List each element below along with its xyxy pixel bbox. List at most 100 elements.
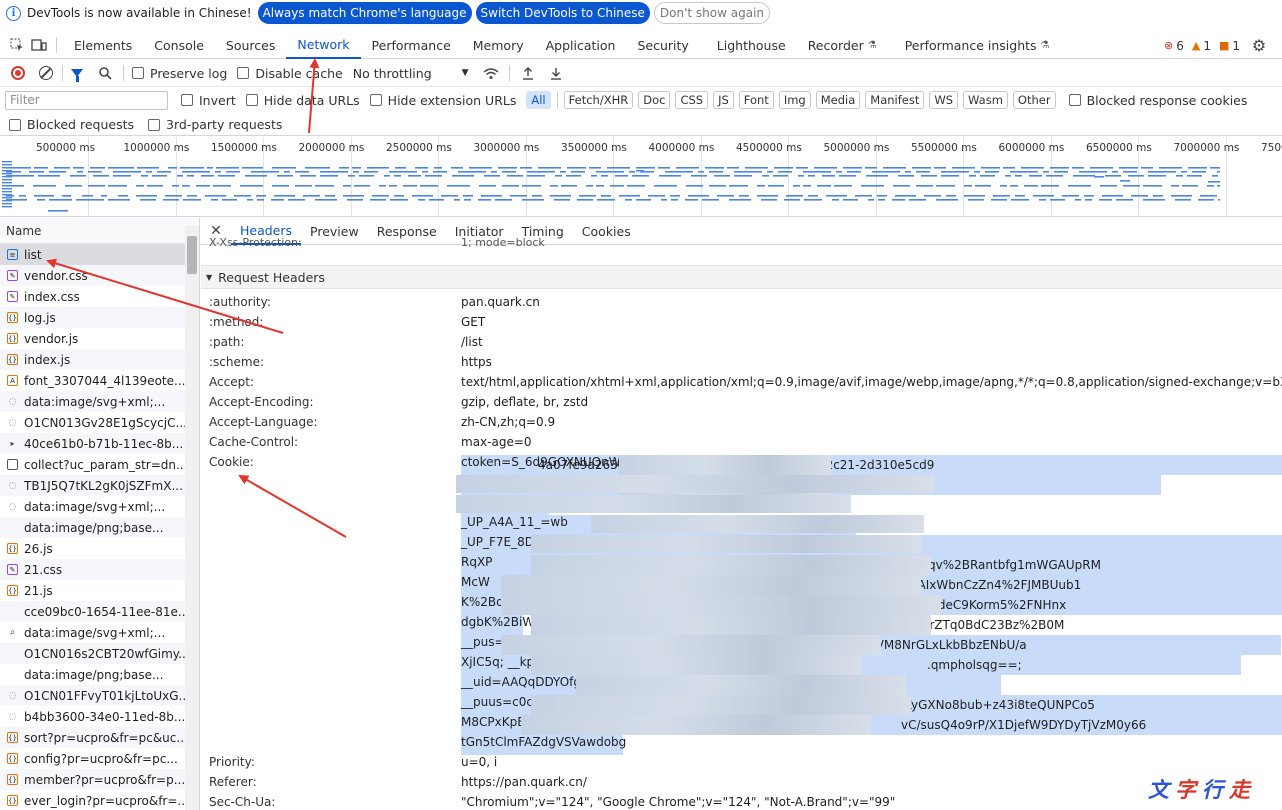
warning-count[interactable]: ▲ 1: [1192, 39, 1211, 53]
record-stop-icon[interactable]: [8, 63, 28, 83]
header-value[interactable]: gzip, deflate, br, zstd: [461, 395, 588, 409]
hide-data-urls-checkbox[interactable]: Hide data URLs: [245, 93, 360, 108]
request-row[interactable]: collect?uc_param_str=dn...: [0, 454, 199, 475]
header-value[interactable]: /list: [461, 335, 483, 349]
tab-cookies[interactable]: Cookies: [573, 218, 640, 245]
hide-extension-urls-checkbox[interactable]: Hide extension URLs: [369, 93, 516, 108]
header-value[interactable]: https: [461, 355, 492, 369]
request-row[interactable]: cce09bc0-1654-11ee-81e...: [0, 601, 199, 622]
request-row[interactable]: ⌕ data:image/svg+xml;...: [0, 622, 199, 643]
request-row[interactable]: {} sort?pr=ucpro&fr=pc&uc...: [0, 727, 199, 748]
tab-security[interactable]: Security: [626, 32, 699, 59]
checkbox-box[interactable]: [132, 67, 144, 79]
header-value[interactable]: https://pan.quark.cn/: [461, 775, 587, 789]
tab-performance[interactable]: Performance: [361, 32, 462, 59]
header-value[interactable]: pan.quark.cn: [461, 295, 540, 309]
header-value[interactable]: GET: [461, 315, 485, 329]
request-row[interactable]: ◌ data:image/svg+xml;...: [0, 391, 199, 412]
device-toolbar-icon[interactable]: [28, 34, 50, 56]
tab-sources[interactable]: Sources: [215, 32, 286, 59]
request-row[interactable]: ≡ list: [0, 244, 187, 265]
network-overview-timeline[interactable]: 500000 ms 1000000 ms 1500000 ms 2000000 ms 2…: [0, 137, 1282, 217]
request-row[interactable]: ◌ O1CN01FFvyT01kjLtoUxG...: [0, 685, 199, 706]
tab-console[interactable]: Console: [143, 32, 215, 59]
checkbox-box[interactable]: [1068, 94, 1081, 106]
tab-lighthouse[interactable]: Lighthouse: [706, 32, 797, 59]
disable-cache-checkbox[interactable]: Disable cache: [237, 66, 343, 81]
type-filter-doc[interactable]: Doc: [638, 91, 671, 109]
type-filter-fetch-xhr[interactable]: Fetch/XHR: [563, 91, 634, 109]
checkbox-box[interactable]: [148, 118, 160, 131]
network-conditions-icon[interactable]: [481, 63, 501, 83]
request-row[interactable]: data:image/png;base...: [0, 664, 199, 685]
request-row[interactable]: O1CN016s2CBT20wfGimy...: [0, 643, 199, 664]
preserve-log-checkbox[interactable]: Preserve log: [132, 66, 227, 81]
request-row[interactable]: ✎ 21.css: [0, 559, 199, 580]
tab-preview[interactable]: Preview: [301, 218, 368, 245]
request-row[interactable]: {} vendor.js: [0, 328, 199, 349]
tab-network[interactable]: Network: [286, 32, 361, 59]
requests-scrollbar-thumb[interactable]: [187, 236, 197, 274]
request-row[interactable]: {} member?pr=ucpro&fr=p...: [0, 769, 199, 790]
export-har-icon[interactable]: [546, 63, 566, 83]
request-row[interactable]: ◌ b4bb3600-34e0-11ed-8b...: [0, 706, 199, 727]
invert-checkbox[interactable]: Invert: [181, 93, 236, 108]
type-filter-all[interactable]: All: [526, 91, 551, 109]
type-filter-media[interactable]: Media: [815, 91, 861, 109]
type-filter-ws[interactable]: WS: [929, 91, 959, 109]
cookie-value-line[interactable]: tGn5tClmFAZdgVSVawdobg: [461, 735, 626, 755]
tab-performance-insights[interactable]: Performance insights ⚗: [894, 32, 1061, 59]
filter-input[interactable]: Filter: [5, 90, 168, 110]
checkbox-box[interactable]: [181, 94, 193, 106]
requests-scrollbar[interactable]: [185, 226, 199, 810]
inspect-element-icon[interactable]: [6, 34, 28, 56]
request-row[interactable]: ◌ O1CN013Gv28E1gScycjC...: [0, 412, 199, 433]
request-row[interactable]: ◌ TB1J5Q7tKL2gK0jSZFmX...: [0, 475, 199, 496]
import-har-icon[interactable]: [518, 63, 538, 83]
settings-gear-icon[interactable]: ⚙: [1248, 35, 1270, 57]
tab-application[interactable]: Application: [535, 32, 627, 59]
header-value[interactable]: zh-CN,zh;q=0.9: [461, 415, 555, 429]
type-filter-font[interactable]: Font: [738, 91, 774, 109]
cookie-value-line[interactable]: dgbK%2BiW;: [461, 615, 538, 635]
header-value[interactable]: u=0, i: [461, 755, 497, 769]
checkbox-box[interactable]: [237, 67, 250, 79]
tab-recorder[interactable]: Recorder ⚗: [797, 32, 888, 59]
dont-show-again-button[interactable]: Don't show again: [653, 2, 771, 24]
type-filter-js[interactable]: JS: [713, 91, 734, 109]
search-icon[interactable]: [95, 63, 115, 83]
name-column-header[interactable]: Name: [0, 218, 199, 244]
request-headers-section-toggle[interactable]: ▼ Request Headers: [201, 265, 1282, 289]
blocked-requests-checkbox[interactable]: Blocked requests: [9, 117, 134, 132]
clear-icon[interactable]: [36, 63, 56, 83]
request-row[interactable]: {} log.js: [0, 307, 199, 328]
request-row[interactable]: {} config?pr=ucpro&fr=pc...: [0, 748, 199, 769]
type-filter-css[interactable]: CSS: [675, 91, 709, 109]
request-row[interactable]: {} ever_login?pr=ucpro&fr=...: [0, 790, 199, 810]
request-row[interactable]: ▸ 40ce61b0-b71b-11ec-8b...: [0, 433, 199, 454]
type-filter-wasm[interactable]: Wasm: [963, 91, 1008, 109]
request-row[interactable]: Afont_3307044_4l139eote...: [0, 370, 199, 391]
tab-memory[interactable]: Memory: [462, 32, 535, 59]
header-value[interactable]: max-age=0: [461, 435, 532, 449]
throttling-select[interactable]: No throttling ▼: [353, 66, 469, 81]
checkbox-box[interactable]: [245, 94, 258, 106]
checkbox-box[interactable]: [9, 118, 21, 131]
filter-funnel-icon[interactable]: [67, 63, 87, 83]
request-row[interactable]: ◌ data:image/svg+xml;...: [0, 496, 199, 517]
request-row[interactable]: {} 26.js: [0, 538, 199, 559]
tab-elements[interactable]: Elements: [63, 32, 143, 59]
type-filter-img[interactable]: Img: [778, 91, 811, 109]
request-row[interactable]: data:image/png;base...: [0, 517, 199, 538]
third-party-requests-checkbox[interactable]: 3rd-party requests: [148, 117, 282, 132]
match-language-button[interactable]: Always match Chrome's language: [257, 2, 472, 24]
type-filter-other[interactable]: Other: [1012, 91, 1056, 109]
checkbox-box[interactable]: [369, 94, 382, 106]
header-value[interactable]: text/html,application/xhtml+xml,applicat…: [461, 375, 1282, 389]
header-value[interactable]: "Chromium";v="124", "Google Chrome";v="1…: [461, 795, 895, 809]
error-count[interactable]: ⊗ 6: [1164, 39, 1184, 53]
request-row[interactable]: {} 21.js: [0, 580, 199, 601]
request-row[interactable]: {} index.js: [0, 349, 199, 370]
blocked-response-cookies-checkbox[interactable]: Blocked response cookies: [1068, 93, 1247, 108]
tab-response[interactable]: Response: [368, 218, 446, 245]
